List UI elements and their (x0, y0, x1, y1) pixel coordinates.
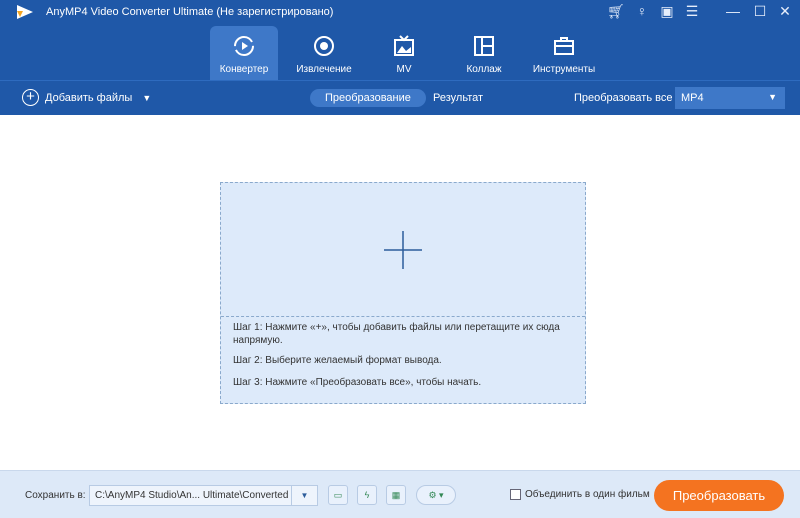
settings-gear-icon[interactable]: ⚙ ▾ (416, 485, 456, 505)
tab-extract[interactable]: Извлечение (290, 26, 358, 80)
disc-icon (314, 36, 334, 56)
tab-converter[interactable]: Конвертер (210, 26, 278, 80)
convert-all-button[interactable]: Преобразовать (654, 480, 784, 511)
footer: Сохранить в: C:\AnyMP4 Studio\An... Ulti… (0, 470, 800, 518)
feedback-icon[interactable]: ▣ (657, 3, 677, 20)
open-folder-icon[interactable]: ▭ (328, 485, 348, 505)
collage-icon (474, 36, 494, 56)
divider (221, 316, 585, 317)
cart-icon[interactable]: 🛒︎ (606, 3, 626, 20)
output-path-field[interactable]: C:\AnyMP4 Studio\An... Ultimate\Converte… (89, 485, 318, 506)
step-2: Шаг 2: Выберите желаемый формат вывода. (233, 355, 442, 366)
toolbox-icon (554, 37, 574, 55)
tab-label: Инструменты (532, 64, 596, 75)
path-dropdown-icon[interactable]: ▼ (291, 486, 317, 505)
save-to-label: Сохранить в: (25, 490, 86, 501)
tab-mv[interactable]: MV (370, 26, 438, 80)
add-circle-icon: + (22, 89, 39, 106)
app-title: AnyMP4 Video Converter Ultimate (Не заре… (46, 6, 334, 18)
converter-icon (234, 36, 254, 56)
tab-label: Конвертер (219, 64, 269, 75)
drop-zone[interactable]: Шаг 1: Нажмите «+», чтобы добавить файлы… (220, 182, 586, 404)
convert-all-label: Преобразовать все в: (574, 92, 685, 104)
hardware-accel-off-icon[interactable]: ϟ (357, 485, 377, 505)
tab-result[interactable]: Результат (433, 92, 483, 104)
tab-label: Коллаж (466, 64, 502, 75)
tab-tools[interactable]: Инструменты (530, 26, 598, 80)
toolbar: + Добавить файлы ▼ Преобразование Резуль… (0, 80, 800, 115)
chevron-down-icon: ▼ (768, 92, 777, 102)
tab-collage[interactable]: Коллаж (450, 26, 518, 80)
app-logo-icon (17, 5, 33, 19)
add-files-button[interactable]: + Добавить файлы ▼ (22, 89, 151, 106)
tv-icon (394, 35, 414, 56)
chevron-down-icon[interactable]: ▼ (142, 93, 151, 103)
tab-label: Извлечение (296, 64, 352, 75)
add-plus-icon[interactable] (384, 231, 422, 269)
format-select[interactable]: MP4 ▼ (675, 87, 785, 109)
minimize-icon[interactable]: — (723, 3, 743, 19)
step-3: Шаг 3: Нажмите «Преобразовать все», чтоб… (233, 377, 482, 388)
gpu-off-icon[interactable]: ▦ (386, 485, 406, 505)
tab-label: MV (396, 64, 412, 75)
step-1: Шаг 1: Нажмите «+», чтобы добавить файлы… (233, 322, 560, 346)
format-value: MP4 (681, 92, 704, 104)
main-area: Шаг 1: Нажмите «+», чтобы добавить файлы… (0, 115, 800, 470)
close-icon[interactable]: ✕ (775, 3, 795, 20)
tab-conversion[interactable]: Преобразование (310, 89, 426, 107)
key-icon[interactable]: ♀ (632, 3, 652, 19)
add-files-label: Добавить файлы (45, 91, 133, 104)
merge-label: Объединить в один фильм (525, 489, 650, 500)
menu-icon[interactable]: ☰ (682, 3, 702, 20)
maximize-icon[interactable]: ☐ (750, 3, 770, 20)
merge-checkbox[interactable] (510, 489, 521, 500)
output-path-value: C:\AnyMP4 Studio\An... Ultimate\Converte… (95, 490, 289, 501)
title-bar: AnyMP4 Video Converter Ultimate (Не заре… (0, 0, 800, 80)
